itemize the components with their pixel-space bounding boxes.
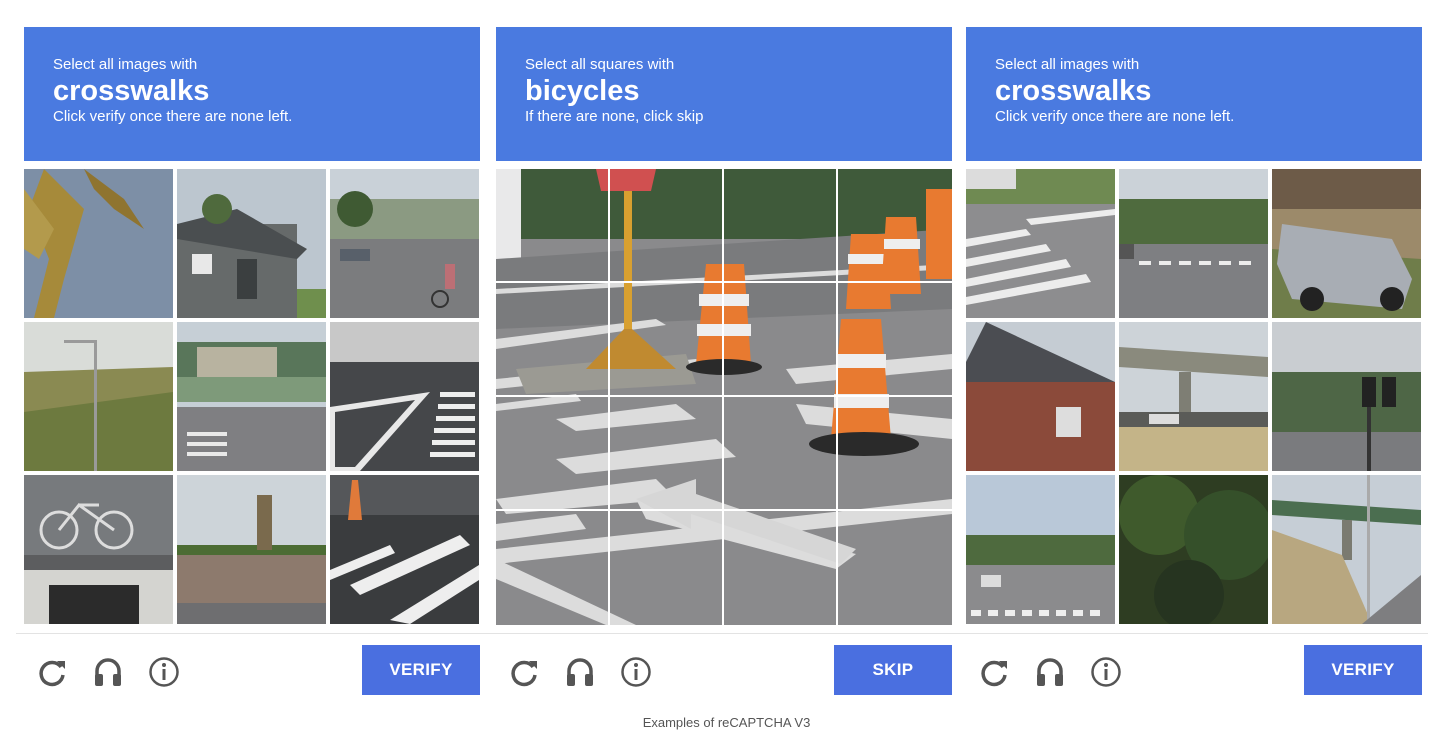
image-tile-brick-house[interactable] bbox=[966, 322, 1115, 471]
image-tile-overpass-field[interactable] bbox=[1119, 322, 1268, 471]
controls-bar: SKIP bbox=[496, 645, 952, 697]
image-tile-grey-house[interactable] bbox=[177, 169, 326, 318]
challenge-hint: If there are none, click skip bbox=[525, 108, 704, 125]
controls-bar: VERIFY bbox=[966, 645, 1422, 697]
image-grid bbox=[966, 169, 1422, 625]
image-tile-street-crosswalk[interactable] bbox=[1119, 169, 1268, 318]
challenge-instruction: Select all images with bbox=[53, 56, 198, 73]
challenge-instruction: Select all images with bbox=[995, 56, 1140, 73]
audio-headphones-icon[interactable] bbox=[92, 656, 124, 688]
info-icon[interactable] bbox=[1090, 656, 1122, 688]
figure-caption: Examples of reCAPTCHA V3 bbox=[642, 715, 811, 730]
audio-headphones-icon[interactable] bbox=[1034, 656, 1066, 688]
audio-headphones-icon[interactable] bbox=[564, 656, 596, 688]
reload-icon[interactable] bbox=[508, 656, 540, 688]
image-tile-palm-frond[interactable] bbox=[24, 169, 173, 318]
divider bbox=[16, 633, 1428, 634]
image-tile-dark-trees[interactable] bbox=[1119, 475, 1268, 624]
info-icon[interactable] bbox=[148, 656, 180, 688]
challenge-hint: Click verify once there are none left. bbox=[995, 108, 1235, 125]
image-tile-crosswalk-intersection[interactable] bbox=[330, 322, 479, 471]
challenge-object: bicycles bbox=[525, 75, 640, 107]
image-tile-traffic-light-street[interactable] bbox=[1272, 322, 1421, 471]
verify-button[interactable]: VERIFY bbox=[362, 645, 480, 695]
challenge-header: Select all squares with bicycles If ther… bbox=[496, 27, 952, 161]
grid-square[interactable] bbox=[496, 169, 610, 283]
image-tile-corner-crosswalk[interactable] bbox=[966, 169, 1115, 318]
grid-square[interactable] bbox=[610, 397, 724, 511]
reload-icon[interactable] bbox=[978, 656, 1010, 688]
challenge-object: crosswalks bbox=[53, 75, 210, 107]
street-scene-image bbox=[496, 169, 952, 625]
challenge-header: Select all images with crosswalks Click … bbox=[966, 27, 1422, 161]
image-grid bbox=[24, 169, 480, 625]
image-tile-hillside-streetlight[interactable] bbox=[24, 322, 173, 471]
challenge-header: Select all images with crosswalks Click … bbox=[24, 27, 480, 161]
grid-square[interactable] bbox=[838, 283, 952, 397]
grid-square[interactable] bbox=[724, 283, 838, 397]
image-tile-silver-minivan[interactable] bbox=[1272, 169, 1421, 318]
image-tile-crosswalk-cone[interactable] bbox=[330, 475, 479, 624]
grid-square[interactable] bbox=[724, 511, 838, 625]
grid-square[interactable] bbox=[496, 397, 610, 511]
grid-square[interactable] bbox=[610, 511, 724, 625]
info-icon[interactable] bbox=[620, 656, 652, 688]
grid-square[interactable] bbox=[610, 283, 724, 397]
grid-square[interactable] bbox=[838, 397, 952, 511]
captcha-panel-1: Select all images with crosswalks Click … bbox=[24, 27, 480, 697]
grid-square[interactable] bbox=[496, 283, 610, 397]
skip-button[interactable]: SKIP bbox=[834, 645, 952, 695]
grid-square[interactable] bbox=[724, 397, 838, 511]
image-grid bbox=[496, 169, 952, 625]
image-tile-street-cyclist[interactable] bbox=[330, 169, 479, 318]
challenge-object: crosswalks bbox=[995, 75, 1152, 107]
grid-square[interactable] bbox=[496, 511, 610, 625]
image-tile-fenced-house-crosswalk[interactable] bbox=[177, 322, 326, 471]
grid-square[interactable] bbox=[838, 169, 952, 283]
captcha-panel-2: Select all squares with bicycles If ther… bbox=[496, 27, 952, 697]
captcha-panel-3: Select all images with crosswalks Click … bbox=[966, 27, 1422, 697]
controls-bar: VERIFY bbox=[24, 645, 480, 697]
verify-button[interactable]: VERIFY bbox=[1304, 645, 1422, 695]
image-tile-overpass-dry-grass[interactable] bbox=[1272, 475, 1421, 624]
image-tile-road-crosswalk-town[interactable] bbox=[966, 475, 1115, 624]
grid-square[interactable] bbox=[610, 169, 724, 283]
grid-square[interactable] bbox=[724, 169, 838, 283]
challenge-instruction: Select all squares with bbox=[525, 56, 675, 73]
grid-square[interactable] bbox=[838, 511, 952, 625]
image-tile-bicycle-on-wall[interactable] bbox=[24, 475, 173, 624]
image-tile-hill-sign[interactable] bbox=[177, 475, 326, 624]
reload-icon[interactable] bbox=[36, 656, 68, 688]
challenge-hint: Click verify once there are none left. bbox=[53, 108, 293, 125]
